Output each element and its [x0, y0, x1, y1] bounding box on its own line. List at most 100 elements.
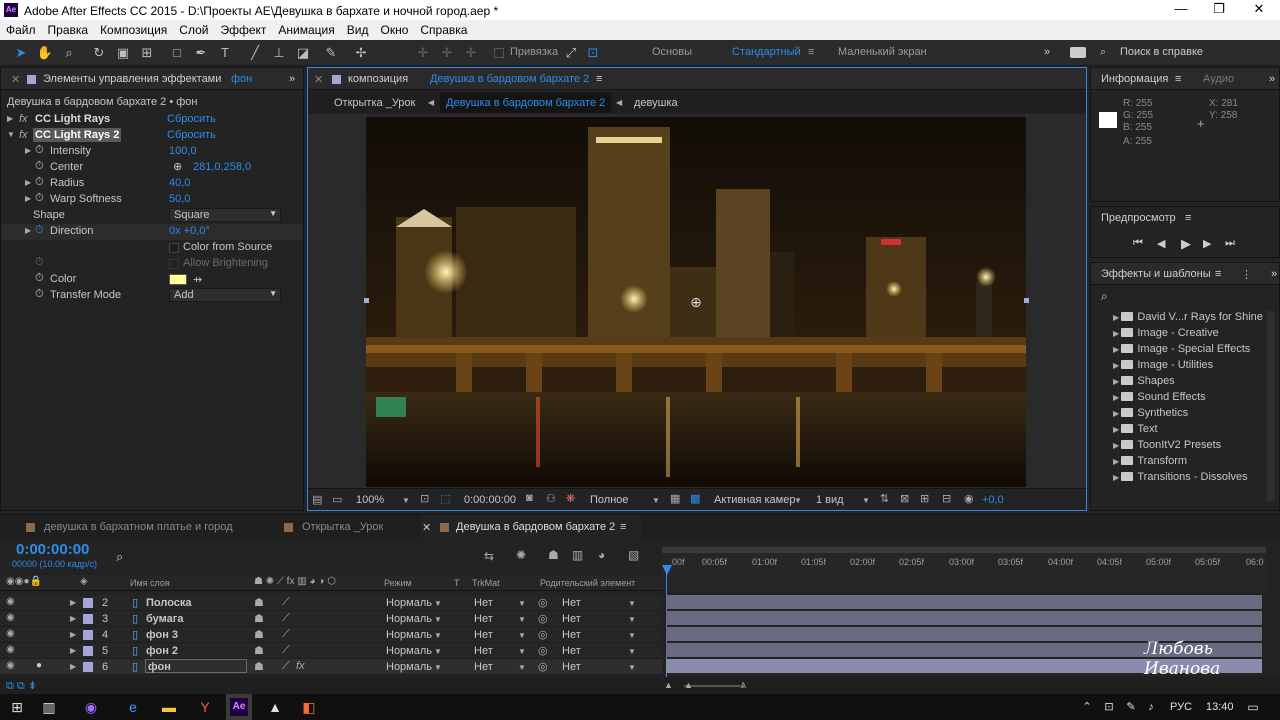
effects-category[interactable]: ▶ Sound Effects: [1091, 391, 1279, 407]
exposure-value[interactable]: +0,0: [982, 494, 1004, 506]
selection-tool-icon[interactable]: ➤: [12, 44, 30, 62]
layer-name[interactable]: фон: [148, 661, 171, 673]
layer-track-bar[interactable]: [666, 595, 1262, 609]
parent-column[interactable]: Родительский элемент: [540, 578, 635, 588]
panel-menu-icon[interactable]: ≡: [1185, 212, 1191, 224]
layer-mode[interactable]: Нормаль: [386, 661, 432, 673]
camera-value[interactable]: Активная камер: [714, 494, 795, 506]
puppet-tool-icon[interactable]: ✢: [352, 44, 370, 62]
camera-dropdown-icon[interactable]: ▼: [794, 496, 802, 505]
expand-triangle-icon[interactable]: ▶: [25, 178, 31, 187]
layer-trkmat[interactable]: Нет: [474, 629, 493, 641]
pan-behind-tool-icon[interactable]: ⊞: [138, 44, 156, 62]
label-color[interactable]: [83, 662, 93, 672]
quality-switch-icon[interactable]: ⟋: [282, 660, 290, 673]
views-value[interactable]: 1 вид: [816, 494, 844, 506]
edge-icon[interactable]: e: [124, 698, 142, 716]
close-tab-icon[interactable]: ✕: [422, 515, 431, 537]
cortana-icon[interactable]: ◉: [82, 698, 100, 716]
roi-icon[interactable]: ▦: [670, 492, 680, 505]
maximize-button[interactable]: ❐: [1204, 2, 1234, 18]
info-tab[interactable]: Информация: [1101, 73, 1168, 85]
reset-exposure-icon[interactable]: ⊠: [900, 492, 909, 505]
quality-switch-icon[interactable]: ⟋: [282, 612, 290, 625]
workspace-small-screen[interactable]: Маленький экран: [838, 46, 927, 58]
effects-category[interactable]: ▶ David V...r Rays for Shine: [1091, 311, 1279, 327]
layer-parent[interactable]: Нет: [562, 629, 581, 641]
mode-column[interactable]: Режим: [384, 578, 412, 588]
toggle-switches-icon[interactable]: ⧉ ⧉ ⇟: [6, 679, 37, 693]
exposure-icon[interactable]: ◉: [964, 492, 974, 505]
color-from-source-checkbox[interactable]: [169, 243, 179, 253]
shy-switch-icon[interactable]: ☗: [254, 612, 264, 625]
roto-brush-tool-icon[interactable]: ✎: [322, 44, 340, 62]
trkmat-dropdown-icon[interactable]: ▼: [518, 599, 526, 608]
axis-local-icon[interactable]: ✛: [414, 44, 432, 62]
collapse-triangle-icon[interactable]: ▼: [7, 130, 15, 139]
effects-search-icon[interactable]: ⌕: [1101, 289, 1108, 304]
parent-dropdown-icon[interactable]: ▼: [628, 663, 636, 672]
parent-dropdown-icon[interactable]: ▼: [628, 647, 636, 656]
label-color[interactable]: [83, 646, 93, 656]
close-button[interactable]: ✕: [1244, 2, 1274, 18]
layer-name[interactable]: бумага: [146, 613, 183, 625]
layer-name[interactable]: фон 3: [146, 629, 178, 641]
eye-icon[interactable]: ◉: [6, 660, 15, 671]
axis-view-icon[interactable]: ✛: [462, 44, 480, 62]
close-tab-icon[interactable]: ✕: [314, 73, 323, 86]
zoom-slider-thumb-icon[interactable]: ▲: [684, 680, 693, 690]
menu-window[interactable]: Окно: [374, 20, 414, 37]
task-view-icon[interactable]: ▥: [40, 698, 58, 716]
mode-dropdown-icon[interactable]: ▼: [434, 663, 442, 672]
snap-edge-icon[interactable]: ⊡: [584, 44, 602, 62]
color-swatch[interactable]: [169, 274, 187, 285]
parent-dropdown-icon[interactable]: ▼: [628, 631, 636, 640]
draft-3d-icon[interactable]: ✺: [516, 548, 526, 562]
workspace-essentials[interactable]: Основы: [652, 46, 692, 58]
layer-handle-right[interactable]: [1024, 298, 1029, 303]
trkmat-dropdown-icon[interactable]: ▼: [518, 631, 526, 640]
table-row[interactable]: ◉ ▶ 5 ▯ фон 2 ☗ ⟋ Нормаль ▼ Нет ▼ ◎ Нет …: [0, 643, 662, 659]
next-frame-icon[interactable]: ▶: [1203, 237, 1211, 250]
layer-parent[interactable]: Нет: [562, 613, 581, 625]
search-help-input[interactable]: Поиск в справке: [1120, 46, 1203, 58]
timeline-tab-active[interactable]: Девушка в бардовом бархате 2: [456, 515, 615, 537]
composition-viewer-image[interactable]: ⊕: [366, 117, 1026, 487]
stopwatch-icon[interactable]: ⏱: [35, 192, 44, 205]
fx-switch-icon[interactable]: fx: [296, 660, 305, 672]
frame-blending-icon[interactable]: ▥: [572, 548, 583, 562]
stopwatch-icon[interactable]: ⏱: [35, 176, 44, 189]
snapshot-region-icon[interactable]: ▤: [312, 493, 322, 506]
mode-dropdown-icon[interactable]: ▼: [434, 631, 442, 640]
playhead-icon[interactable]: [662, 565, 672, 575]
label-color[interactable]: [83, 614, 93, 624]
prev-frame-icon[interactable]: ◀: [1157, 237, 1165, 250]
menu-view[interactable]: Вид: [341, 20, 375, 37]
camera-snapshot-icon[interactable]: ◙: [526, 492, 533, 504]
layer-mode[interactable]: Нормаль: [386, 629, 432, 641]
stopwatch-icon[interactable]: ⏱: [35, 160, 44, 173]
solo-icon[interactable]: ●: [36, 660, 42, 671]
pickwhip-icon[interactable]: ◎: [538, 644, 548, 657]
file-explorer-icon[interactable]: ▬: [160, 698, 178, 716]
layer-mode[interactable]: Нормаль: [386, 645, 432, 657]
trkmat-dropdown-icon[interactable]: ▼: [518, 663, 526, 672]
time-ruler[interactable]: 00f 00:05f 01:00f 01:05f 02:00f 02:05f 0…: [662, 545, 1266, 693]
shy-layers-icon[interactable]: ☗: [548, 548, 559, 562]
expand-triangle-icon[interactable]: ▶: [25, 146, 31, 155]
volume-icon[interactable]: ♪: [1142, 698, 1160, 716]
effects-category[interactable]: ▶ Shapes: [1091, 375, 1279, 391]
effects-category[interactable]: ▶ Image - Special Effects: [1091, 343, 1279, 359]
zoom-dropdown-icon[interactable]: ▼: [402, 496, 410, 505]
mode-dropdown-icon[interactable]: ▼: [434, 599, 442, 608]
effects-category[interactable]: ▶ Transform: [1091, 455, 1279, 471]
quality-switch-icon[interactable]: ⟋: [282, 644, 290, 657]
timeline-tab[interactable]: девушка в бархатном платье и город: [44, 515, 233, 537]
panel-menu-icon[interactable]: »: [289, 73, 295, 85]
sync-settings-icon[interactable]: [1070, 47, 1086, 58]
expand-triangle-icon[interactable]: ▶: [70, 662, 76, 671]
expand-triangle-icon[interactable]: ▶: [25, 226, 31, 235]
pen-tool-icon[interactable]: ✒: [192, 44, 210, 62]
quality-switch-icon[interactable]: ⟋: [282, 628, 290, 641]
input-language[interactable]: РУС: [1170, 701, 1192, 713]
